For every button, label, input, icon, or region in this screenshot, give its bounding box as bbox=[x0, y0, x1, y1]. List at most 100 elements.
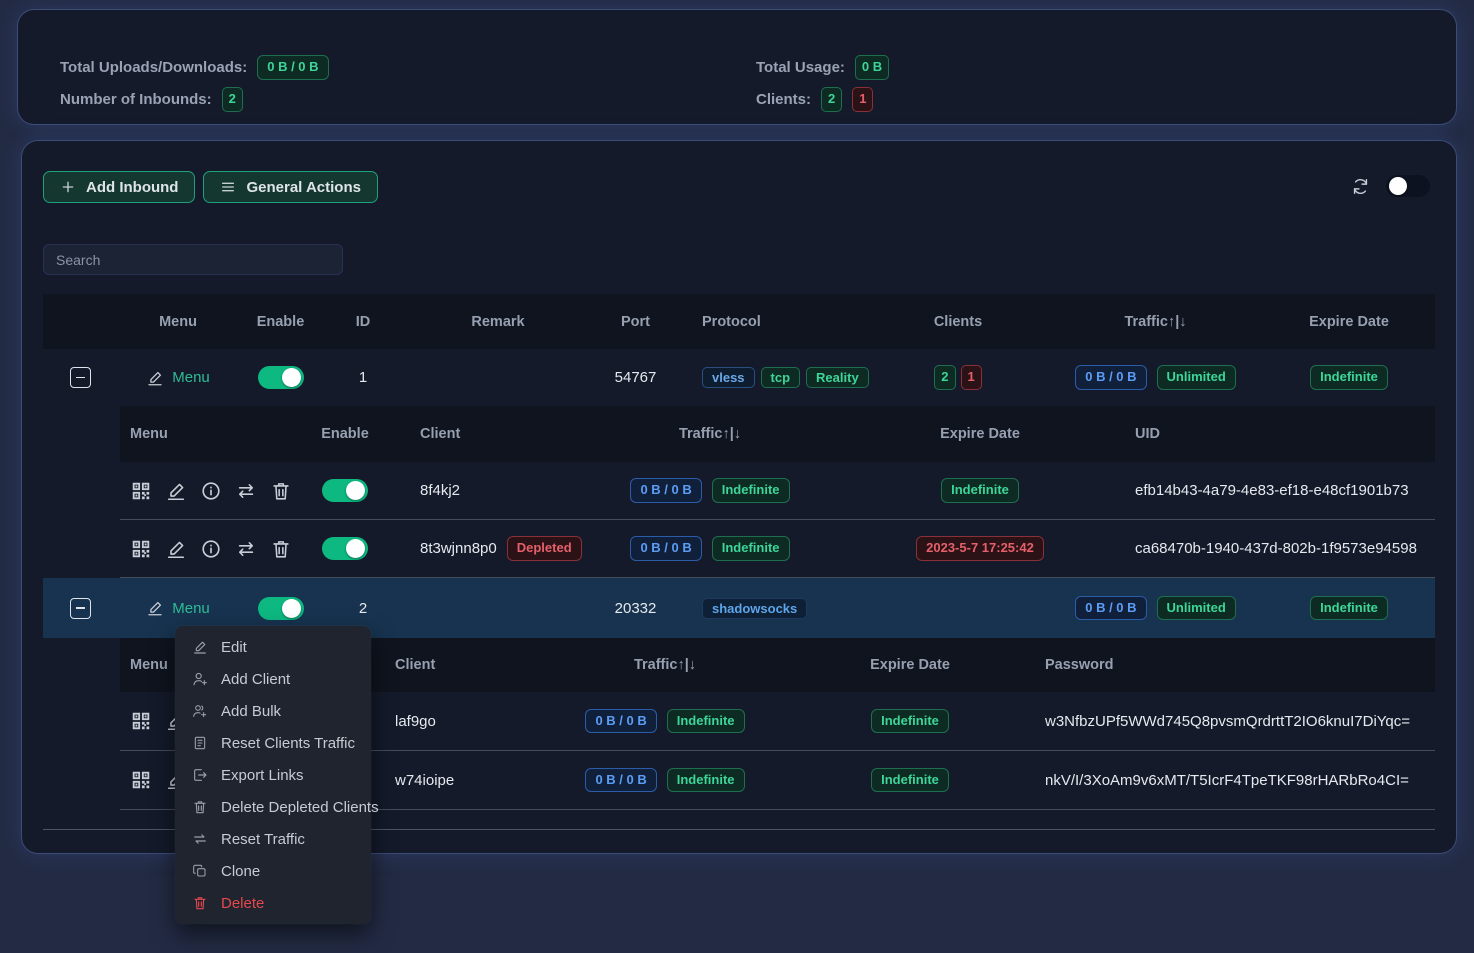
clients-depleted-badge: 1 bbox=[852, 87, 873, 112]
stat-number-of-inbounds: Number of Inbounds: 2 bbox=[60, 87, 243, 112]
stat-clients: Clients: 2 1 bbox=[756, 87, 873, 112]
row-menu-button[interactable]: Menu bbox=[146, 599, 210, 617]
depleted-filter-toggle[interactable] bbox=[1386, 175, 1430, 197]
client-enable-toggle[interactable] bbox=[322, 537, 368, 560]
menu-item-delete[interactable]: Delete bbox=[175, 887, 371, 919]
protocol-tag: shadowsocks bbox=[702, 598, 807, 619]
client-traffic: 0 B / 0 B Indefinite bbox=[590, 520, 830, 577]
inbound-remark bbox=[403, 349, 593, 406]
inbound-context-menu: Edit Add Client Add Bulk Reset Clients T… bbox=[175, 626, 371, 924]
client-name: w74ioipe bbox=[395, 772, 454, 789]
qr-code-icon[interactable] bbox=[130, 769, 152, 791]
add-inbound-button[interactable]: Add Inbound bbox=[43, 171, 195, 203]
stat-value-badge: 0 B / 0 B bbox=[257, 55, 328, 80]
traffic-badge: 0 B / 0 B bbox=[1075, 596, 1146, 621]
toolbar: Add Inbound General Actions bbox=[43, 171, 378, 203]
stat-value-badge: 0 B bbox=[855, 55, 889, 80]
delete-icon[interactable] bbox=[270, 480, 292, 502]
menu-item-clone[interactable]: Clone bbox=[175, 855, 371, 887]
menu-item-label: Reset Traffic bbox=[221, 831, 305, 848]
header-uid: UID bbox=[1130, 406, 1435, 462]
row-menu-label: Menu bbox=[172, 600, 210, 617]
info-icon[interactable] bbox=[200, 480, 222, 502]
header-traffic-sort[interactable]: Traffic↑|↓ bbox=[550, 638, 780, 692]
row-menu-button[interactable]: Menu bbox=[146, 369, 210, 387]
add-bulk-icon bbox=[192, 703, 208, 719]
header-expire-date: Expire Date bbox=[780, 638, 1040, 692]
stat-total-usage: Total Usage: 0 B bbox=[756, 55, 889, 80]
collapse-row-button[interactable] bbox=[70, 598, 91, 619]
client-traffic: 0 B / 0 B Indefinite bbox=[550, 692, 780, 750]
expire-badge: 2023-5-7 17:25:42 bbox=[916, 536, 1044, 561]
client-actions bbox=[120, 520, 300, 577]
traffic-limit-badge: Indefinite bbox=[667, 709, 745, 734]
collapse-row-button[interactable] bbox=[70, 367, 91, 388]
qr-code-icon[interactable] bbox=[130, 710, 152, 732]
vless-clients-header: Menu Enable Client Traffic↑|↓ Expire Dat… bbox=[120, 406, 1435, 462]
inbound-traffic: 0 B / 0 B Unlimited bbox=[1048, 349, 1263, 406]
client-actions bbox=[120, 462, 300, 519]
client-traffic: 0 B / 0 B Indefinite bbox=[590, 462, 830, 519]
header-expire-date: Expire Date bbox=[1263, 294, 1435, 349]
stat-value-badge: 2 bbox=[222, 87, 243, 112]
traffic-limit-badge: Unlimited bbox=[1157, 596, 1236, 621]
inbound-enable-toggle[interactable] bbox=[258, 597, 304, 620]
stat-label: Total Usage: bbox=[756, 59, 845, 76]
inbounds-table-header: Menu Enable ID Remark Port Protocol Clie… bbox=[43, 294, 1435, 349]
plus-icon bbox=[60, 179, 76, 195]
client-enable-toggle[interactable] bbox=[322, 479, 368, 502]
expire-badge: Indefinite bbox=[1310, 596, 1388, 621]
inbound-traffic: 0 B / 0 B Unlimited bbox=[1048, 578, 1263, 638]
add-client-icon bbox=[192, 671, 208, 687]
edit-pencil-icon[interactable] bbox=[165, 538, 187, 560]
client-name: 8f4kj2 bbox=[420, 482, 460, 499]
reset-traffic-icon[interactable] bbox=[235, 480, 257, 502]
qr-code-icon[interactable] bbox=[130, 538, 152, 560]
inbound-clients: 2 1 bbox=[868, 349, 1048, 406]
panel-controls bbox=[1351, 175, 1430, 197]
menu-item-add-bulk[interactable]: Add Bulk bbox=[175, 695, 371, 727]
menu-item-edit[interactable]: Edit bbox=[175, 631, 371, 663]
client-row-8f4kj2: 8f4kj2 0 B / 0 B Indefinite Indefinite e… bbox=[120, 462, 1435, 520]
menu-item-reset-traffic[interactable]: Reset Traffic bbox=[175, 823, 371, 855]
toggle-knob bbox=[282, 599, 301, 618]
edit-pencil-icon bbox=[146, 599, 164, 617]
inbound-row-1[interactable]: Menu 1 54767 vless tcp Reality 2 1 0 B / bbox=[43, 349, 1435, 406]
header-menu: Menu bbox=[120, 406, 300, 462]
menu-item-delete-depleted-clients[interactable]: Delete Depleted Clients bbox=[175, 791, 371, 823]
delete-icon[interactable] bbox=[270, 538, 292, 560]
header-expand-column bbox=[43, 294, 118, 349]
inbound-enable-toggle[interactable] bbox=[258, 366, 304, 389]
general-actions-button[interactable]: General Actions bbox=[203, 171, 377, 203]
qr-code-icon[interactable] bbox=[130, 480, 152, 502]
menu-item-reset-clients-traffic[interactable]: Reset Clients Traffic bbox=[175, 727, 371, 759]
add-inbound-label: Add Inbound bbox=[86, 179, 178, 196]
edit-pencil-icon[interactable] bbox=[165, 480, 187, 502]
menu-item-label: Clone bbox=[221, 863, 260, 880]
reset-traffic-icon[interactable] bbox=[235, 538, 257, 560]
traffic-limit-badge: Indefinite bbox=[712, 478, 790, 503]
menu-item-add-client[interactable]: Add Client bbox=[175, 663, 371, 695]
client-password: nkV/I/3XoAm9v6xMT/T5IcrF4TpeTKF98rHARbRo… bbox=[1040, 751, 1435, 809]
header-traffic-sort[interactable]: Traffic↑|↓ bbox=[1048, 294, 1263, 349]
inbound-port: 54767 bbox=[593, 349, 678, 406]
menu-item-export-links[interactable]: Export Links bbox=[175, 759, 371, 791]
traffic-limit-badge: Indefinite bbox=[712, 536, 790, 561]
search-input[interactable] bbox=[43, 244, 343, 275]
header-protocol: Protocol bbox=[678, 294, 868, 349]
header-clients: Clients bbox=[868, 294, 1048, 349]
inbound-port: 20332 bbox=[593, 578, 678, 638]
info-icon[interactable] bbox=[200, 538, 222, 560]
toggle-knob bbox=[282, 368, 301, 387]
xui-panel-page: Total Uploads/Downloads: 0 B / 0 B Numbe… bbox=[0, 0, 1474, 953]
toggle-knob bbox=[346, 539, 365, 558]
header-enable: Enable bbox=[300, 406, 390, 462]
header-traffic-sort[interactable]: Traffic↑|↓ bbox=[590, 406, 830, 462]
stat-label: Clients: bbox=[756, 91, 811, 108]
export-links-icon bbox=[192, 767, 208, 783]
expire-badge: Indefinite bbox=[941, 478, 1019, 503]
refresh-icon[interactable] bbox=[1351, 177, 1370, 196]
stat-label: Number of Inbounds: bbox=[60, 91, 212, 108]
menu-item-label: Delete Depleted Clients bbox=[221, 799, 379, 816]
traffic-badge: 0 B / 0 B bbox=[585, 768, 656, 793]
